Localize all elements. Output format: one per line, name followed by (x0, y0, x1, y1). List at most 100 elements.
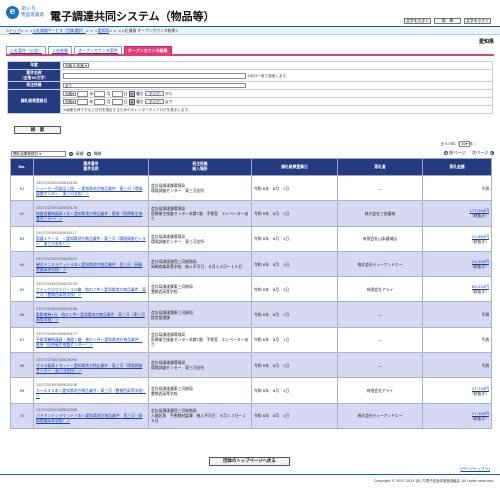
row-case: 2307232300000628166 脂肪燃焼1台 他の１件＜愛知県地方物品業件… (33, 301, 149, 328)
table-row: 62 2307232300000628178 検査用機械器具１台＜愛知県地方物品業件… (10, 200, 492, 227)
row-no: 61 (10, 174, 34, 202)
font-small-button[interactable]: 文字を小さく (464, 18, 491, 24)
to-year-input[interactable] (77, 98, 89, 105)
row-no: 67 (10, 326, 34, 354)
tab-bid-results[interactable]: 入札結果 (48, 46, 72, 54)
row-no: 65 (10, 276, 34, 303)
prev-arrow-icon: ◀ (443, 150, 449, 156)
row-case: 2307242300000628366 バドミントンラケット７本＜愛知県地方物品業… (33, 402, 149, 429)
from-day-input[interactable] (111, 90, 123, 97)
per-page-select[interactable]: 30▾ (459, 141, 470, 147)
delivery-place: 豊橋西高等学校 (151, 289, 178, 295)
row-date: 令和 6年 8月 1日 (251, 225, 338, 252)
row-office: 会計局調達課環境局 医療衛生検査センター本館1階 手術室 エレベーターあり (148, 326, 252, 354)
from-month-input[interactable] (94, 90, 106, 97)
from-year-input[interactable] (77, 90, 89, 97)
breadcrumb-prefecture[interactable]: 愛知県 (98, 28, 109, 33)
back-to-org-top-button[interactable]: 団体のトップページへ戻る (209, 457, 290, 466)
breadcrumb: <トップ> > <入札情報サービス（団体選択）> > <愛知県> > <入札情報… (0, 27, 500, 35)
row-price: 不調 (422, 301, 492, 328)
font-standard-button[interactable]: 標 準 (434, 18, 461, 24)
row-date: 令和 6年 8月 1日 (251, 276, 338, 303)
to-month-input[interactable] (94, 98, 106, 105)
row-office: 会計局調達課環境局 医療衛生検査センター本館1階 手術室 エレベーターあり (148, 200, 252, 227)
table-row: 63 2307232300000628117 容器１ケース ＜愛知県地方物品業件：東… (10, 225, 492, 252)
logo-line2: 物品等調達 (21, 12, 44, 18)
case-name-link[interactable]: シューカー用部品１個 ＜愛知県地方物品業件：東三河（環境調査センター 東三河支所… (36, 186, 146, 196)
row-price: 27,720円 （税抜き） (422, 377, 492, 404)
row-no: 69 (10, 377, 34, 404)
from-clear-button[interactable]: クリア (144, 90, 164, 97)
sort-desc-radio[interactable] (86, 152, 91, 156)
result-status: 不調 (481, 362, 489, 368)
case-name-link[interactable]: 硬式テニスラケット４本＜愛知県地方物品業件：西三河（岡崎商業高等学校）＞ (36, 262, 146, 272)
row-date: 令和 6年 8月 1日 (251, 402, 338, 429)
delivery-place: 環境調査センター 東三河支所 (151, 238, 205, 244)
search-button[interactable]: 検 索 (14, 126, 61, 134)
next-arrow-icon: ▶ (489, 150, 494, 156)
search-form: 年度 令和 6 年度 ▾ 案件名称 （全角50文字） ※部分一致で検索します。 … (7, 61, 493, 114)
to-clear-button[interactable]: クリア (144, 98, 164, 105)
case-name-link[interactable]: バドミントンラケット７本＜愛知県地方物品業件：西三河（岡崎商業高等学校）＞ (36, 413, 146, 423)
result-status: 不調 (481, 185, 489, 191)
price-tax-note: （税抜き） (470, 390, 489, 396)
row-no: 63 (10, 225, 34, 252)
case-name-link[interactable]: 容器１ケース ＜愛知県地方物品業件：東三河（環境調査センター 東三河支所）＞ (36, 236, 146, 246)
delivery-place: 環境調査センター 東三河支所 (151, 188, 205, 194)
row-price: 177,000円 （税抜き） (422, 200, 492, 227)
tab-open-counter-results[interactable]: オープンカウンタ結果 (123, 46, 172, 54)
row-price: 不調 (422, 326, 492, 354)
to-day-input[interactable] (111, 98, 123, 105)
office-select[interactable]: 全て (63, 82, 246, 89)
delivery-place: 経営管理課 (151, 314, 170, 320)
from-era-select[interactable]: 令和▾ (63, 90, 76, 97)
prefecture-name: 愛知県 (478, 39, 494, 45)
year-select[interactable]: 令和 6 年度 ▾ (63, 62, 89, 69)
case-name-link[interactable]: 検査用機械器具１台＜愛知県地方物品業件：尾張（医療衛生検査センター）＞ (36, 211, 146, 221)
sort-key-select[interactable]: 開札結果登録日 ▾ (11, 151, 66, 157)
case-name-link[interactable]: 脂肪燃焼1台 他の１件＜愛知県地方物品業件：東三河（東三河高等学校）＞ (36, 312, 146, 322)
table-row: 68 2307232300000628090 ガラス器具２セット＜愛知県地方物品業件… (10, 352, 492, 379)
row-winner: ― (337, 301, 423, 328)
to-era-select[interactable]: 令和▾ (63, 98, 76, 105)
page-title: 電子調達共同システム（物品等） (50, 10, 215, 23)
breadcrumb-top[interactable]: トップ (9, 28, 20, 33)
tab-open-counter-cases[interactable]: オープンカウンタ案件 (74, 46, 122, 54)
from-calendar-icon[interactable]: 曲 (128, 90, 135, 97)
row-office: 会計局調達課環境局 環境調査センター 東三河支所 (148, 352, 252, 379)
row-price: 不調 (422, 352, 492, 379)
page-top-link[interactable]: [ページトップへ] (461, 466, 490, 472)
table-row: 70 2307242300000628366 バドミントンラケット７本＜愛知県地方物… (10, 402, 492, 429)
next-page-link[interactable]: 次ページ ▶ (472, 150, 494, 156)
font-large-button[interactable]: 文字を大きく (404, 18, 431, 24)
footer: Copyright © 2007-2024 あいち電子自治体推進協議会. All… (0, 474, 500, 488)
row-date: 令和 6年 8月 1日 (251, 250, 338, 278)
office-label: 発注所属 (7, 81, 61, 90)
table-row: 69 2307232300000628238 ホース４０本＜愛知県地方物品業件：東三… (10, 377, 492, 404)
tab-bar: 入札案件（公告） 入札結果 オープンカウンタ案件 オープンカウンタ結果 (6, 46, 172, 54)
site-logo[interactable]: e あいち 物品等調達 (6, 6, 44, 19)
delivery-place: 入間区角 手術教材倉庫 納入不可日：８月１３日～１５日 (151, 413, 246, 424)
price-tax-note: （税抜き） (470, 264, 489, 270)
to-calendar-icon[interactable]: 曲 (128, 98, 135, 105)
breadcrumb-current: 入札情報 オープンカウンタ結果 (121, 28, 176, 33)
tab-bid-cases[interactable]: 入札案件（公告） (6, 46, 46, 54)
result-status: 不調 (481, 337, 489, 343)
logo-mark: e (6, 6, 19, 19)
case-name-input[interactable] (63, 72, 246, 79)
row-no: 64 (10, 250, 34, 278)
table-row: 65 2307232300000628239 クイックルワイパー３０箱 他の７件＜愛… (10, 276, 492, 303)
row-winner: ― (337, 326, 423, 354)
delivery-place: 環境調査センター 東三河支所 (151, 365, 205, 371)
row-case: 2307232300000628090 ガラス器具２セット＜愛知県地方物品業件：東… (33, 352, 149, 379)
sort-asc-radio[interactable] (69, 152, 73, 156)
breadcrumb-org-select[interactable]: 入札情報サービス（団体選択） (33, 28, 86, 33)
row-case: 2307232300000628239 クイックルワイパー３０箱 他の７件＜愛知県… (33, 276, 149, 303)
case-name-link[interactable]: ホース４０本＜愛知県地方物品業件：東三河（豊橋西高等学校）＞ (36, 388, 146, 398)
case-name-link[interactable]: クイックルワイパー３０箱 他の７件＜愛知県地方物品業件：東三河（豊橋西高等学校）… (36, 287, 146, 297)
row-winner: 有限会社アライ (337, 377, 423, 404)
prev-page-link[interactable]: ◀ 前ページ (443, 150, 466, 156)
delivery-place: 医療衛生検査センター本館1階 手術室 エレベーターあり (151, 337, 249, 348)
case-name-link[interactable]: ガラス器具２セット＜愛知県地方物品業件：東三河（環境調査センター 東三河支所）＞ (36, 363, 146, 373)
case-name-link[interactable]: 手術用機械器具・調理１箱 他の１件＜愛知県地方物品業件：尾張（医療衛生検査センタ… (36, 337, 146, 347)
